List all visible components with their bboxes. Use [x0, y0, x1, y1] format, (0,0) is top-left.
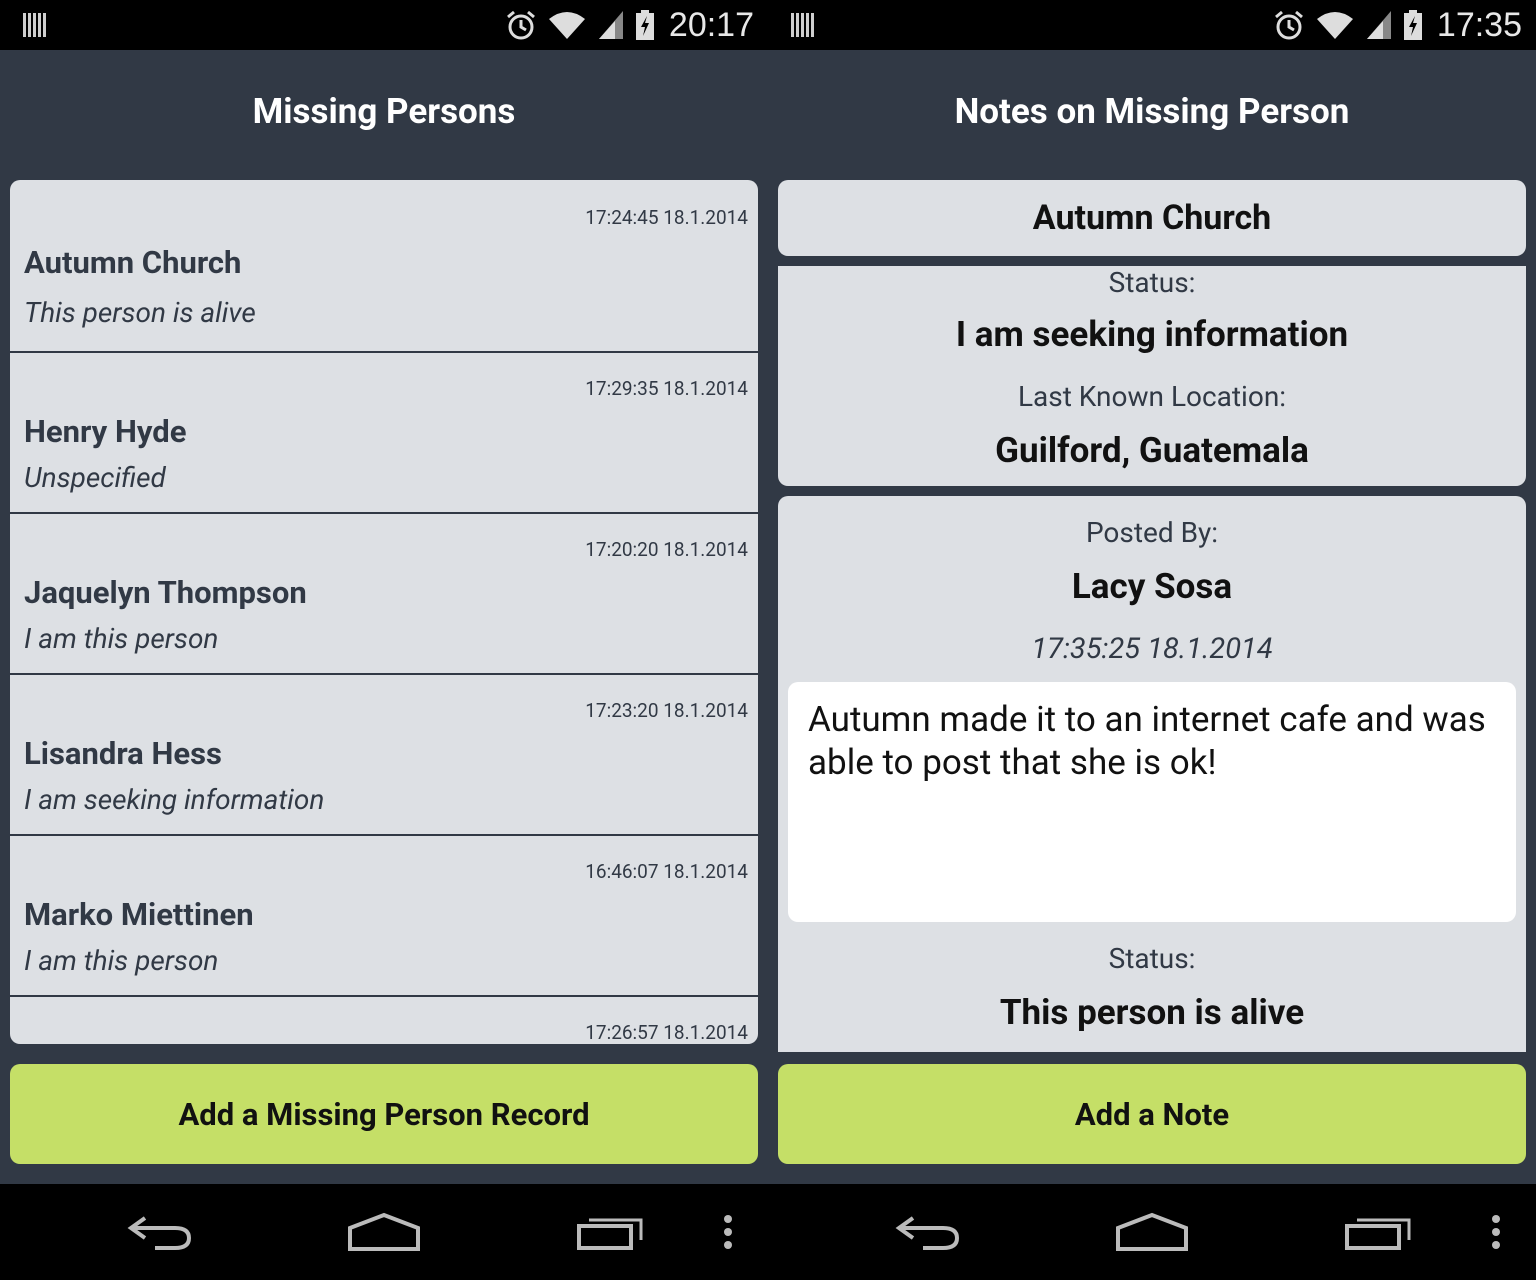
- record-status: I am this person: [24, 944, 219, 977]
- note-timestamp: 17:35:25 18.1.2014: [1031, 632, 1273, 666]
- back-button[interactable]: [110, 1184, 210, 1280]
- status-clock: 20:17: [668, 5, 754, 44]
- list-item[interactable]: 17:29:35 18.1.2014 Henry Hyde Unspecifie…: [10, 353, 758, 514]
- menu-icon: [1492, 1215, 1500, 1249]
- menu-button[interactable]: [708, 1184, 748, 1280]
- status-clock: 17:35: [1436, 5, 1522, 44]
- record-name: Lisandra Hess: [24, 735, 222, 772]
- person-info-card: Status: I am seeking information Last Kn…: [778, 266, 1526, 486]
- list-item[interactable]: 16:46:07 18.1.2014 Marko Miettinen I am …: [10, 836, 758, 997]
- navigation-bar: [0, 1184, 768, 1280]
- signal-icon: [1366, 11, 1391, 39]
- record-timestamp: 17:20:20 18.1.2014: [585, 538, 748, 561]
- record-timestamp: 16:46:07 18.1.2014: [585, 860, 748, 883]
- menu-icon: [724, 1215, 732, 1249]
- note-status-label: Status:: [1108, 942, 1196, 975]
- home-button[interactable]: [1102, 1184, 1202, 1280]
- note-card: Posted By: Lacy Sosa 17:35:25 18.1.2014 …: [778, 496, 1526, 1052]
- back-icon: [895, 1216, 960, 1250]
- list-item[interactable]: 17:24:45 18.1.2014 Autumn Church This pe…: [10, 180, 758, 353]
- battery-charging-icon: [1403, 10, 1422, 40]
- list-item[interactable]: 17:20:20 18.1.2014 Jaquelyn Thompson I a…: [10, 514, 758, 675]
- add-note-button[interactable]: Add a Note: [778, 1064, 1526, 1164]
- back-icon: [127, 1216, 192, 1250]
- record-status: I am this person: [24, 622, 219, 655]
- record-name: Autumn Church: [24, 244, 242, 281]
- record-name: Jaquelyn Thompson: [24, 574, 307, 611]
- recent-apps-button[interactable]: [1328, 1184, 1428, 1280]
- home-button[interactable]: [334, 1184, 434, 1280]
- status-value: I am seeking information: [955, 314, 1349, 355]
- note-status-value: This person is alive: [999, 992, 1305, 1033]
- record-status: Unspecified: [24, 461, 166, 494]
- record-timestamp: 17:29:35 18.1.2014: [585, 377, 748, 400]
- status-bar: 20:17: [0, 0, 768, 50]
- battery-charging-icon: [635, 10, 654, 40]
- page-title: Notes on Missing Person: [954, 90, 1350, 132]
- list-item[interactable]: 17:26:57 18.1.2014: [10, 997, 758, 1044]
- notes-screen: 17:35 Notes on Missing Person Autumn Chu…: [768, 0, 1536, 1280]
- record-timestamp: 17:26:57 18.1.2014: [585, 1021, 748, 1044]
- alarm-icon: [506, 10, 535, 40]
- record-name: Marko Miettinen: [24, 896, 254, 933]
- recent-apps-button[interactable]: [560, 1184, 660, 1280]
- home-icon: [1116, 1212, 1188, 1251]
- record-timestamp: 17:23:20 18.1.2014: [585, 699, 748, 722]
- missing-persons-screen: 20:17 Missing Persons 17:24:45 18.1.2014…: [0, 0, 768, 1280]
- alarm-icon: [1274, 10, 1303, 40]
- wifi-icon: [548, 12, 585, 39]
- recent-apps-icon: [577, 1218, 643, 1250]
- record-status: I am seeking information: [24, 783, 325, 816]
- wifi-icon: [1316, 12, 1353, 39]
- missing-persons-list[interactable]: 17:24:45 18.1.2014 Autumn Church This pe…: [10, 180, 758, 1044]
- location-label: Last Known Location:: [1017, 380, 1287, 413]
- person-name-header: Autumn Church: [778, 180, 1526, 256]
- posted-by-label: Posted By:: [1085, 516, 1219, 549]
- status-label: Status:: [1108, 266, 1196, 299]
- record-status: This person is alive: [24, 296, 256, 329]
- record-timestamp: 17:24:45 18.1.2014: [585, 206, 748, 229]
- status-bar: 17:35: [768, 0, 1536, 50]
- notification-icon: [791, 13, 814, 37]
- back-button[interactable]: [878, 1184, 978, 1280]
- signal-icon: [598, 11, 623, 39]
- record-name: Henry Hyde: [24, 413, 187, 450]
- note-text: Autumn made it to an internet cafe and w…: [788, 682, 1516, 922]
- menu-button[interactable]: [1476, 1184, 1516, 1280]
- home-icon: [348, 1212, 420, 1251]
- recent-apps-icon: [1345, 1218, 1411, 1250]
- navigation-bar: [768, 1184, 1536, 1280]
- page-title: Missing Persons: [252, 90, 516, 132]
- posted-by-name: Lacy Sosa: [1071, 566, 1233, 607]
- notification-icon: [23, 13, 46, 37]
- location-value: Guilford, Guatemala: [995, 430, 1309, 471]
- add-missing-person-button[interactable]: Add a Missing Person Record: [10, 1064, 758, 1164]
- list-item[interactable]: 17:23:20 18.1.2014 Lisandra Hess I am se…: [10, 675, 758, 836]
